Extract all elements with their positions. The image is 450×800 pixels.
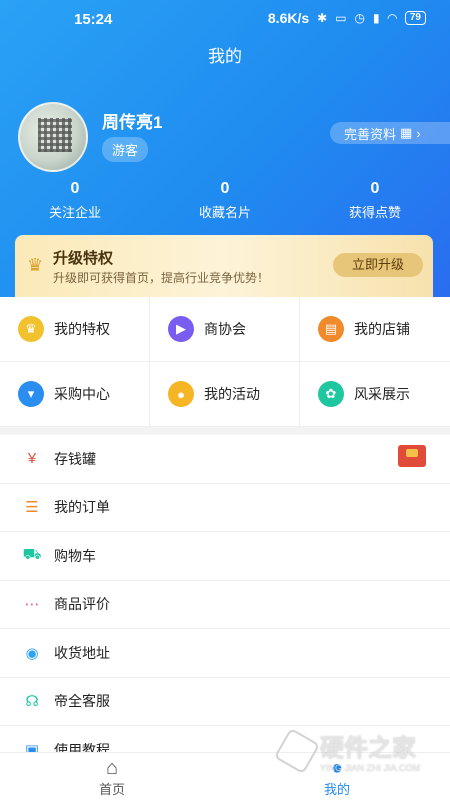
stat-value: 0	[70, 180, 80, 197]
watermark-logo-icon	[273, 727, 321, 774]
grid-item-activities[interactable]: ● 我的活动	[150, 362, 300, 427]
home-icon: ⌂	[105, 757, 119, 779]
location-icon: ◉	[25, 644, 39, 662]
tab-label: 我的	[323, 782, 350, 797]
comment-icon: ⋯	[24, 596, 40, 614]
list-item-orders[interactable]: ☰ 我的订单	[0, 484, 450, 532]
flag-icon: ▶	[168, 316, 194, 342]
watermark: 硬件之家 YING JIAN ZHI JIA.COM	[273, 727, 421, 774]
grid-item-store[interactable]: ▤ 我的店铺	[300, 297, 450, 362]
list-item-label: 商品评价	[54, 596, 110, 613]
page-title: 我的	[208, 47, 242, 66]
chat-icon: ●	[168, 381, 194, 407]
stat-likes[interactable]: 0 获得点赞	[315, 180, 435, 221]
red-envelope-icon	[398, 445, 426, 467]
grid-item-label: 商协会	[204, 321, 246, 337]
basket-icon: ▾	[18, 381, 44, 407]
list-item-label: 帝全客服	[54, 693, 110, 710]
stat-label: 获得点赞	[348, 205, 401, 220]
grid-item-association[interactable]: ▶ 商协会	[150, 297, 300, 362]
chevron-right-icon: ›	[416, 125, 421, 141]
tab-label: 首页	[98, 782, 125, 797]
store-icon: ▤	[318, 316, 344, 342]
grid-item-label: 我的店铺	[354, 321, 410, 337]
vip-subtitle: 升级即可获得首页，提高行业竞争优势！	[53, 271, 270, 285]
list-item-cart[interactable]: ⛟ 购物车	[0, 532, 450, 581]
grid-item-purchasing[interactable]: ▾ 采购中心	[0, 362, 150, 427]
list-item-label: 收货地址	[54, 644, 110, 661]
bluetooth-icon: ✱	[317, 11, 328, 25]
stat-label: 收藏名片	[198, 205, 251, 220]
list-item-label: 购物车	[54, 547, 96, 564]
grid-item-label: 我的特权	[54, 321, 110, 337]
crown-icon: ♛	[27, 255, 44, 275]
stat-saved-cards[interactable]: 0 收藏名片	[165, 180, 285, 221]
list-item-reviews[interactable]: ⋯ 商品评价	[0, 581, 450, 629]
battery-icon: 79	[404, 11, 426, 25]
tab-home[interactable]: ⌂ 首页	[72, 757, 152, 798]
grid-item-label: 我的活动	[204, 386, 260, 402]
wifi-icon: ◠	[387, 11, 397, 25]
stat-followed-companies[interactable]: 0 关注企业	[15, 180, 135, 221]
profile-header: 15:24 8.6K/s ✱ ▭ ◷ ▮ ◠ 79 我的 周传亮1 游客 完善资…	[0, 0, 450, 300]
status-bar: 15:24 8.6K/s ✱ ▭ ◷ ▮ ◠ 79	[0, 0, 450, 36]
display-icon: ✿	[318, 381, 344, 407]
menu-list: ¥ 存钱罐 ☰ 我的订单 ⛟ 购物车 ⋯ 商品评价 ◉ 收货地址 ☊ 帝全客服 …	[0, 435, 450, 775]
vibrate-icon: ▭	[335, 11, 347, 25]
stat-value: 0	[220, 180, 230, 197]
crown-icon: ♛	[18, 316, 44, 342]
list-item-piggy-bank[interactable]: ¥ 存钱罐	[0, 435, 450, 484]
list-item-customer-service[interactable]: ☊ 帝全客服	[0, 678, 450, 726]
vip-title: 升级特权	[53, 250, 114, 267]
piggy-bank-icon: ¥	[27, 450, 37, 468]
grid-item-label: 风采展示	[354, 386, 410, 402]
avatar[interactable]	[18, 102, 88, 172]
alarm-icon: ◷	[354, 11, 366, 25]
order-icon: ☰	[25, 499, 39, 517]
section-divider	[0, 427, 450, 435]
grid-item-label: 采购中心	[54, 386, 110, 402]
upgrade-button[interactable]: 立即升级	[333, 253, 423, 277]
watermark-subtext: YING JIAN ZHI JIA.COM	[320, 763, 421, 773]
qrcode-icon: ▦	[400, 125, 413, 140]
complete-profile-button[interactable]: 完善资料 ▦ ›	[330, 122, 450, 144]
status-time: 15:24	[74, 11, 113, 28]
signal-icon: ▮	[373, 11, 380, 25]
status-right: 8.6K/s ✱ ▭ ◷ ▮ ◠ 79	[268, 10, 426, 26]
vip-upgrade-card[interactable]: ♛ 升级特权 升级即可获得首页，提高行业竞争优势！ 立即升级	[15, 235, 433, 297]
stat-label: 关注企业	[48, 205, 101, 220]
grid-item-showcase[interactable]: ✿ 风采展示	[300, 362, 450, 427]
complete-profile-label: 完善资料	[344, 126, 397, 142]
watermark-text: 硬件之家	[320, 735, 416, 762]
avatar-qr-image	[38, 118, 72, 152]
cart-icon: ⛟	[22, 546, 42, 564]
stat-value: 0	[370, 180, 380, 197]
list-item-address[interactable]: ◉ 收货地址	[0, 629, 450, 678]
network-speed: 8.6K/s	[267, 10, 310, 26]
list-item-label: 我的订单	[54, 499, 110, 516]
grid-item-privileges[interactable]: ♛ 我的特权	[0, 297, 150, 362]
user-name: 周传亮1	[102, 113, 163, 132]
role-badge: 游客	[102, 137, 149, 162]
list-item-label: 存钱罐	[54, 450, 96, 467]
headset-icon: ☊	[25, 693, 39, 711]
feature-grid: ♛ 我的特权 ▶ 商协会 ▤ 我的店铺 ▾ 采购中心 ● 我的活动 ✿ 风采展示	[0, 297, 450, 427]
